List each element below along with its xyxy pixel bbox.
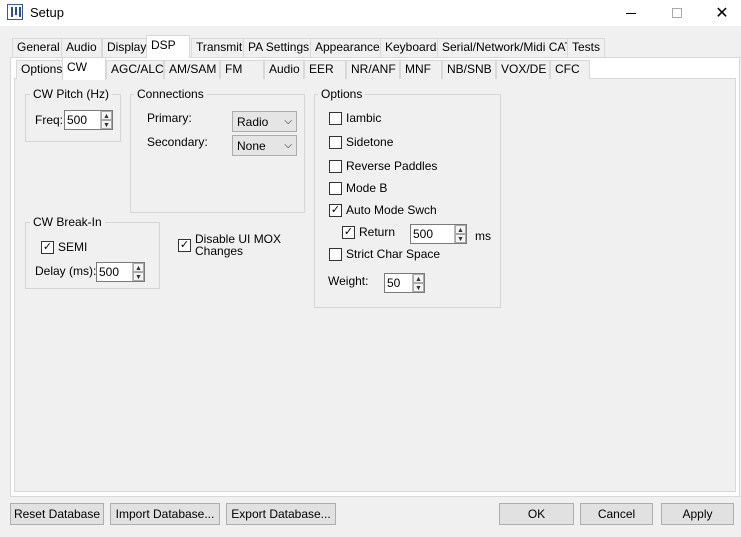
app-icon — [7, 4, 23, 20]
delay-value: 500 — [99, 265, 120, 279]
weight-value: 50 — [387, 276, 401, 290]
tab-serial-network-midi-cat[interactable]: Serial/Network/Midi CAT — [437, 38, 577, 57]
subtab-nb-snb[interactable]: NB/SNB — [442, 60, 496, 79]
tab-transmit[interactable]: Transmit — [191, 38, 248, 57]
subtab-cw[interactable]: CW — [62, 57, 106, 80]
return-checkbox[interactable]: ✓ — [342, 226, 355, 239]
tab-general[interactable]: General — [12, 38, 65, 57]
subtab-fm[interactable]: FM — [220, 60, 264, 79]
freq-label: Freq: — [35, 113, 64, 127]
minimize-button[interactable] — [608, 0, 654, 26]
subtab-eer[interactable]: EER — [304, 60, 346, 79]
subtab-vox-de[interactable]: VOX/DE — [496, 60, 550, 79]
checkmark-icon: ✓ — [179, 239, 190, 251]
delay-down-icon[interactable]: ▼ — [133, 272, 144, 281]
options-group-title: Options — [318, 87, 366, 101]
window-title: Setup — [30, 5, 64, 20]
primary-value: Radio — [237, 115, 269, 129]
freq-value: 500 — [67, 113, 88, 127]
export-database-button[interactable]: Export Database... — [226, 503, 336, 525]
strict-char-space-checkbox[interactable] — [329, 248, 342, 261]
reset-database-button[interactable]: Reset Database — [10, 503, 104, 525]
tab-tests[interactable]: Tests — [567, 38, 606, 57]
disable-ui-mox-label-line2: Changes — [195, 244, 244, 258]
freq-down-icon[interactable]: ▼ — [101, 120, 112, 129]
chevron-down-icon: ⌵ — [284, 116, 292, 127]
freq-stepper[interactable]: 500 ▲ ▼ — [64, 110, 113, 130]
tab-audio[interactable]: Audio — [61, 38, 102, 57]
return-stepper[interactable]: 500 ▲ ▼ — [410, 224, 467, 244]
weight-up-icon[interactable]: ▲ — [413, 274, 424, 283]
subtab-options[interactable]: Options — [16, 60, 68, 79]
chevron-down-icon: ⌵ — [284, 140, 292, 151]
semi-label: SEMI — [58, 240, 88, 254]
auto-mode-swch-label: Auto Mode Swch — [346, 203, 437, 217]
return-value: 500 — [413, 227, 434, 241]
subtab-cfc[interactable]: CFC — [550, 60, 590, 79]
subtab-audio[interactable]: Audio — [264, 60, 304, 79]
secondary-label: Secondary: — [147, 135, 208, 149]
auto-mode-swch-checkbox[interactable]: ✓ — [329, 204, 342, 217]
mode-b-checkbox[interactable] — [329, 182, 342, 195]
import-database-button[interactable]: Import Database... — [110, 503, 220, 525]
tab-display[interactable]: Display — [102, 38, 152, 57]
delay-label: Delay (ms): — [35, 264, 97, 278]
maximize-button[interactable] — [654, 0, 700, 26]
tab-dsp[interactable]: DSP — [146, 35, 190, 58]
minimize-icon — [626, 12, 636, 14]
strict-char-space-label: Strict Char Space — [346, 247, 441, 261]
checkmark-icon: ✓ — [42, 241, 53, 253]
subtab-agc-alc[interactable]: AGC/ALC — [106, 60, 164, 79]
subtab-am-sam[interactable]: AM/SAM — [164, 60, 220, 79]
close-icon: ✕ — [715, 5, 729, 22]
sidetone-label: Sidetone — [346, 135, 394, 149]
iambic-label: Iambic — [346, 111, 382, 125]
connections-group-title: Connections — [134, 87, 207, 101]
apply-button[interactable]: Apply — [661, 503, 734, 525]
close-button[interactable]: ✕ — [699, 0, 741, 26]
reverse-paddles-label: Reverse Paddles — [346, 159, 438, 173]
primary-select[interactable]: Radio ⌵ — [232, 111, 297, 132]
secondary-select[interactable]: None ⌵ — [232, 135, 297, 156]
cancel-button[interactable]: Cancel — [580, 503, 653, 525]
secondary-value: None — [237, 139, 266, 153]
weight-stepper[interactable]: 50 ▲ ▼ — [384, 273, 425, 293]
cw-break-in-group-title: CW Break-In — [30, 215, 105, 229]
return-unit: ms — [475, 229, 491, 243]
reverse-paddles-checkbox[interactable] — [329, 160, 342, 173]
delay-stepper[interactable]: 500 ▲ ▼ — [96, 262, 145, 282]
weight-down-icon[interactable]: ▼ — [413, 283, 424, 292]
tab-pa-settings[interactable]: PA Settings — [243, 38, 315, 57]
checkmark-icon: ✓ — [343, 226, 354, 238]
return-up-icon[interactable]: ▲ — [455, 225, 466, 234]
delay-up-icon[interactable]: ▲ — [133, 263, 144, 272]
maximize-icon — [672, 8, 682, 18]
primary-label: Primary: — [147, 111, 192, 125]
tab-keyboard[interactable]: Keyboard — [380, 38, 442, 57]
ok-button[interactable]: OK — [499, 503, 574, 525]
subtab-nr-anf[interactable]: NR/ANF — [346, 60, 400, 79]
cw-pitch-group-title: CW Pitch (Hz) — [30, 87, 112, 101]
checkmark-icon: ✓ — [330, 204, 341, 216]
weight-label: Weight: — [328, 274, 369, 288]
semi-checkbox[interactable]: ✓ — [41, 241, 54, 254]
freq-up-icon[interactable]: ▲ — [101, 111, 112, 120]
return-down-icon[interactable]: ▼ — [455, 234, 466, 243]
mode-b-label: Mode B — [346, 181, 388, 195]
disable-ui-mox-checkbox[interactable]: ✓ — [178, 239, 191, 252]
iambic-checkbox[interactable] — [329, 112, 342, 125]
subtab-mnf[interactable]: MNF — [400, 60, 442, 79]
tab-appearance[interactable]: Appearance — [310, 38, 385, 57]
sidetone-checkbox[interactable] — [329, 136, 342, 149]
return-label: Return — [359, 225, 396, 239]
